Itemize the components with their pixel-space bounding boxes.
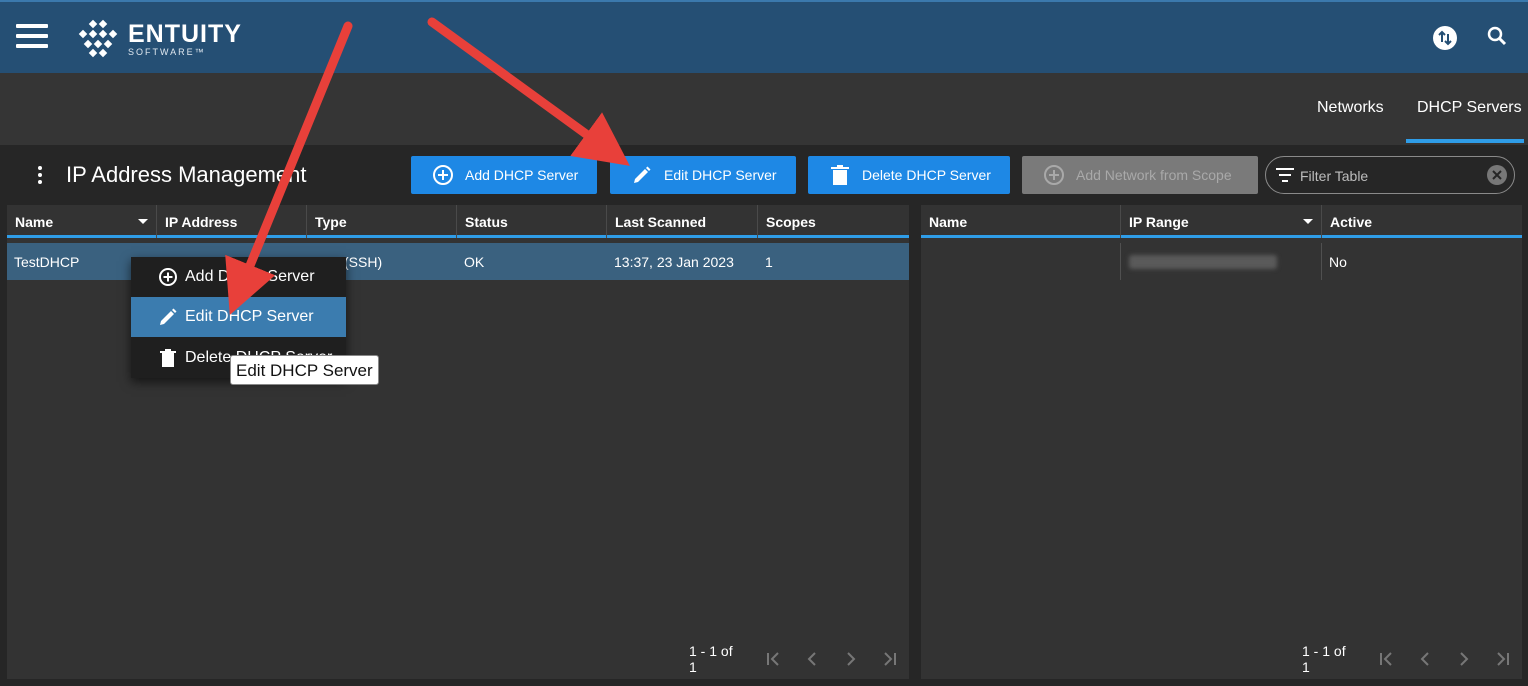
context-menu-label: Edit DHCP Server (185, 308, 314, 325)
sort-down-icon (1303, 219, 1313, 224)
add-dhcp-server-label: Add DHCP Server (465, 167, 579, 183)
add-network-from-scope-label: Add Network from Scope (1076, 167, 1232, 183)
app-window: ENTUITY SOFTWARE™ Networks DHCP Servers … (0, 0, 1528, 686)
column-header-name[interactable]: Name (921, 205, 1121, 238)
active-tab-indicator (1406, 139, 1524, 143)
page-title: IP Address Management (66, 162, 307, 187)
logo-name: ENTUITY (128, 20, 242, 48)
scopes-table: Name IP Range Active No 1 - 1 of 1 (921, 205, 1522, 679)
cell-type: (SSH) (344, 254, 383, 270)
column-header-active[interactable]: Active (1322, 205, 1522, 238)
column-header-status[interactable]: Status (457, 205, 607, 238)
previous-page-icon[interactable] (1406, 649, 1445, 669)
edit-dhcp-server-button[interactable]: Edit DHCP Server (610, 156, 796, 194)
add-circle-icon (1042, 163, 1066, 187)
entuity-logo[interactable]: ENTUITY SOFTWARE™ (72, 18, 242, 60)
table-header: Name IP Range Active (921, 205, 1522, 238)
context-menu-item-add[interactable]: Add DHCP Server (131, 257, 346, 297)
cell-status: OK (464, 254, 485, 270)
column-header-name[interactable]: Name (7, 205, 157, 238)
pencil-icon (158, 307, 178, 327)
last-page-icon[interactable] (870, 649, 909, 669)
tab-networks[interactable]: Networks (1317, 99, 1384, 117)
last-page-icon[interactable] (1483, 649, 1522, 669)
pencil-icon (630, 163, 654, 187)
cell-active: No (1329, 254, 1347, 270)
redacted-ip-range (1129, 255, 1277, 269)
next-page-icon[interactable] (1444, 649, 1483, 669)
app-header: ENTUITY SOFTWARE™ (0, 0, 1528, 73)
column-header-scopes[interactable]: Scopes (758, 205, 909, 238)
pagination-count: 1 - 1 of 1 (689, 643, 733, 675)
delete-dhcp-server-label: Delete DHCP Server (862, 167, 991, 183)
column-header-type[interactable]: Type (307, 205, 457, 238)
cell-scopes: 1 (765, 254, 773, 270)
add-dhcp-server-button[interactable]: Add DHCP Server (411, 156, 597, 194)
first-page-icon[interactable] (1367, 649, 1406, 669)
toolbar: IP Address Management Add DHCP Server Ed… (0, 145, 1528, 205)
pagination: 1 - 1 of 1 (1302, 643, 1522, 675)
more-options-icon[interactable] (36, 166, 44, 186)
logo-subtitle: SOFTWARE™ (128, 47, 206, 57)
pagination-count: 1 - 1 of 1 (1302, 643, 1346, 675)
cell-last-scanned: 13:37, 23 Jan 2023 (614, 254, 734, 270)
cell-name (921, 243, 1121, 280)
search-icon[interactable] (1485, 24, 1511, 50)
hamburger-menu-icon[interactable] (16, 24, 48, 48)
filter-table-input[interactable] (1300, 166, 1480, 186)
edit-dhcp-server-label: Edit DHCP Server (664, 167, 777, 183)
trash-icon (828, 163, 852, 187)
previous-page-icon[interactable] (793, 649, 832, 669)
column-header-last-scanned[interactable]: Last Scanned (607, 205, 758, 238)
tab-dhcp-servers[interactable]: DHCP Servers (1417, 99, 1522, 117)
cell-ip-range (1121, 243, 1322, 280)
pagination: 1 - 1 of 1 (689, 643, 909, 675)
context-menu-item-edit[interactable]: Edit DHCP Server (131, 297, 346, 337)
clear-filter-icon[interactable] (1487, 165, 1507, 185)
first-page-icon[interactable] (754, 649, 793, 669)
add-circle-icon (431, 163, 455, 187)
tooltip: Edit DHCP Server (230, 355, 379, 385)
add-network-from-scope-button[interactable]: Add Network from Scope (1022, 156, 1258, 194)
delete-dhcp-server-button[interactable]: Delete DHCP Server (808, 156, 1010, 194)
table-row[interactable]: No (921, 243, 1522, 280)
add-circle-icon (158, 267, 178, 287)
context-menu-label: Add DHCP Server (185, 268, 315, 285)
entuity-logo-mark-icon (78, 19, 118, 58)
filter-table (1265, 156, 1515, 194)
sort-down-icon (138, 219, 148, 224)
next-page-icon[interactable] (831, 649, 870, 669)
sync-icon[interactable] (1433, 26, 1457, 50)
column-header-ip-range[interactable]: IP Range (1121, 205, 1322, 238)
trash-icon (158, 348, 178, 368)
filter-icon (1276, 168, 1294, 182)
table-header: Name IP Address Type Status Last Scanned… (7, 205, 909, 238)
tab-bar: Networks DHCP Servers (0, 73, 1528, 145)
column-header-ip-address[interactable]: IP Address (157, 205, 307, 238)
